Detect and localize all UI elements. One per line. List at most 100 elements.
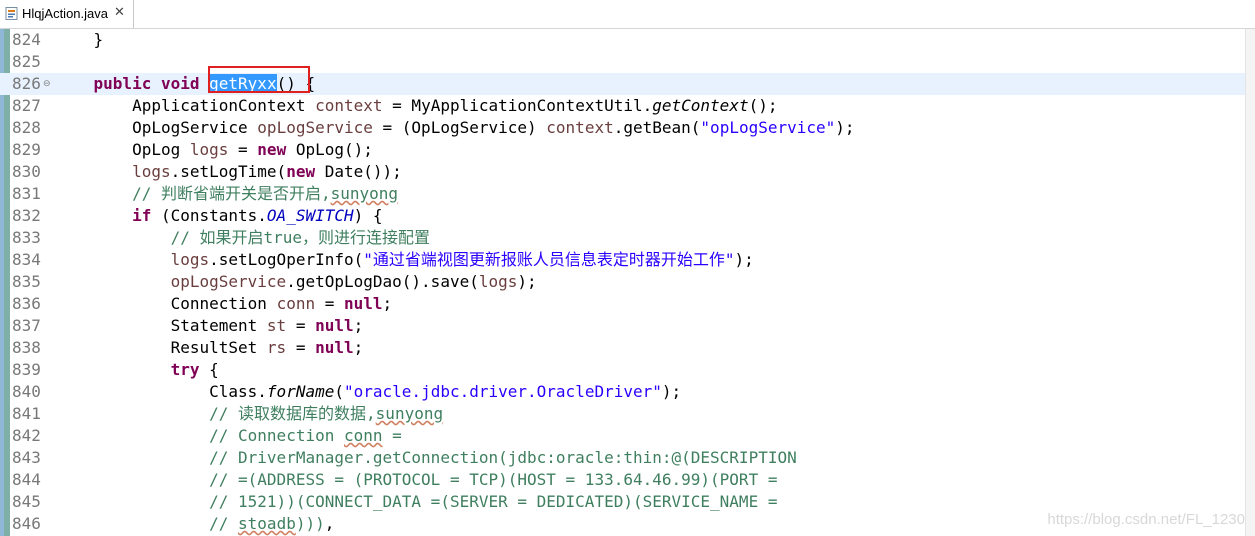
code-line[interactable]: 843 // DriverManager.getConnection(jdbc:… <box>0 447 1245 469</box>
code-token: // 1521))(CONNECT_DATA =(SERVER = DEDICA… <box>209 492 778 511</box>
code-line[interactable]: 830 logs.setLogTime(new Date()); <box>0 161 1245 183</box>
line-number: 830 <box>12 162 41 181</box>
code-token: ); <box>734 250 754 269</box>
code-token: context <box>546 118 614 137</box>
code-text: // 读取数据库的数据,sunyong <box>55 403 443 425</box>
code-text: // 1521))(CONNECT_DATA =(SERVER = DEDICA… <box>55 491 777 513</box>
code-token: public <box>93 74 152 93</box>
code-token: (Constants. <box>151 206 267 225</box>
code-line[interactable]: 839 try { <box>0 359 1245 381</box>
code-token: ResultSet <box>55 338 267 357</box>
code-text: // 如果开启true，则进行连接配置 <box>55 227 430 249</box>
fold-collapse-icon[interactable]: ⊖ <box>43 79 51 89</box>
code-token: = <box>315 294 344 313</box>
vertical-scrollbar[interactable] <box>1245 29 1255 536</box>
code-text: Class.forName("oracle.jdbc.driver.Oracle… <box>55 381 681 403</box>
code-token: // 如果开启true，则进行连接配置 <box>170 228 431 247</box>
line-number: 834 <box>12 250 41 269</box>
code-token: context <box>315 96 383 115</box>
line-number: 846 <box>12 514 41 533</box>
line-number: 825 <box>12 52 41 71</box>
editor-tab-bar: HlqjAction.java ✕ <box>0 0 1255 29</box>
code-token: ); <box>835 118 855 137</box>
code-token: Statement <box>55 316 267 335</box>
code-token: sunyong <box>375 404 444 423</box>
code-token: // Connection <box>209 426 344 445</box>
code-line[interactable]: 834 logs.setLogOperInfo("通过省端视图更新报账人员信息表… <box>0 249 1245 271</box>
line-number: 833 <box>12 228 41 247</box>
code-line[interactable]: 840 Class.forName("oracle.jdbc.driver.Or… <box>0 381 1245 403</box>
code-line[interactable]: 832 if (Constants.OA_SWITCH) { <box>0 205 1245 227</box>
code-text: logs.setLogOperInfo("通过省端视图更新报账人员信息表定时器开… <box>55 249 754 271</box>
code-line[interactable]: 838 ResultSet rs = null; <box>0 337 1245 359</box>
code-token: ApplicationContext <box>55 96 316 115</box>
close-tab-icon[interactable]: ✕ <box>114 5 125 20</box>
code-token: , <box>324 514 335 533</box>
code-token: ; <box>353 338 364 357</box>
code-text: Statement st = null; <box>55 315 364 337</box>
code-line[interactable]: 825 <box>0 51 1245 73</box>
code-line[interactable]: 841 // 读取数据库的数据,sunyong <box>0 403 1245 425</box>
line-number: 835 <box>12 272 41 291</box>
code-text: Connection conn = null; <box>55 293 393 315</box>
code-line[interactable]: 828 OpLogService opLogService = (OpLogSe… <box>0 117 1245 139</box>
code-line[interactable]: 831 // 判断省端开关是否开启,sunyong <box>0 183 1245 205</box>
line-number: 836 <box>12 294 41 313</box>
line-number: 839 <box>12 360 41 379</box>
code-token: (); <box>748 96 778 115</box>
code-line[interactable]: 837 Statement st = null; <box>0 315 1245 337</box>
code-text: public void getRyxx() { <box>55 73 315 95</box>
code-line[interactable]: 836 Connection conn = null; <box>0 293 1245 315</box>
line-number: 845 <box>12 492 41 511</box>
code-token: conn <box>276 294 316 313</box>
code-line[interactable]: 826 ⊖ public void getRyxx() { <box>0 73 1245 95</box>
code-text: if (Constants.OA_SWITCH) { <box>55 205 382 227</box>
code-token: void <box>160 74 200 93</box>
line-number: 840 <box>12 382 41 401</box>
code-text: ApplicationContext context = MyApplicati… <box>55 95 777 117</box>
code-line[interactable]: 842 // Connection conn = <box>0 425 1245 447</box>
code-line[interactable]: 835 opLogService.getOpLogDao().save(logs… <box>0 271 1245 293</box>
code-text: // =(ADDRESS = (PROTOCOL = TCP)(HOST = 1… <box>55 469 777 491</box>
code-line[interactable]: 827 ApplicationContext context = MyAppli… <box>0 95 1245 117</box>
code-text: // Connection conn = <box>55 425 402 447</box>
code-line[interactable]: 824 } <box>0 29 1245 51</box>
code-token: ))) <box>295 514 325 533</box>
code-line[interactable]: 829 OpLog logs = new OpLog(); <box>0 139 1245 161</box>
code-line[interactable]: 844 // =(ADDRESS = (PROTOCOL = TCP)(HOST… <box>0 469 1245 491</box>
code-line[interactable]: 833 // 如果开启true，则进行连接配置 <box>0 227 1245 249</box>
code-token: new <box>286 162 316 181</box>
code-line[interactable]: 845 // 1521))(CONNECT_DATA =(SERVER = DE… <box>0 491 1245 513</box>
code-token: ); <box>661 382 682 401</box>
watermark: https://blog.csdn.net/FL_1230 <box>1047 511 1245 528</box>
line-number: 843 <box>12 448 41 467</box>
code-token: opLogService <box>257 118 373 137</box>
line-number: 824 <box>12 30 41 49</box>
code-token: new <box>257 140 287 159</box>
code-editor[interactable]: 824 } 825 826 ⊖ public void getRyxx() {827 … <box>0 29 1255 536</box>
code-token: getContext <box>652 96 749 115</box>
code-token: // 判断省端开关是否开启, <box>132 184 331 203</box>
code-token: st <box>266 316 287 335</box>
code-token: "oracle.jdbc.driver.OracleDriver" <box>344 382 662 401</box>
code-token: () { <box>276 74 316 93</box>
line-number: 828 <box>12 118 41 137</box>
tab-hlqjaction-java[interactable]: HlqjAction.java ✕ <box>0 0 134 28</box>
code-token: = MyApplicationContextUtil. <box>382 96 653 115</box>
code-text: logs.setLogTime(new Date()); <box>55 161 402 183</box>
code-token: if <box>132 206 152 225</box>
code-token: OpLog <box>55 140 190 159</box>
code-token: null <box>315 338 354 357</box>
code-token: // =(ADDRESS = (PROTOCOL = TCP)(HOST = 1… <box>209 470 778 489</box>
